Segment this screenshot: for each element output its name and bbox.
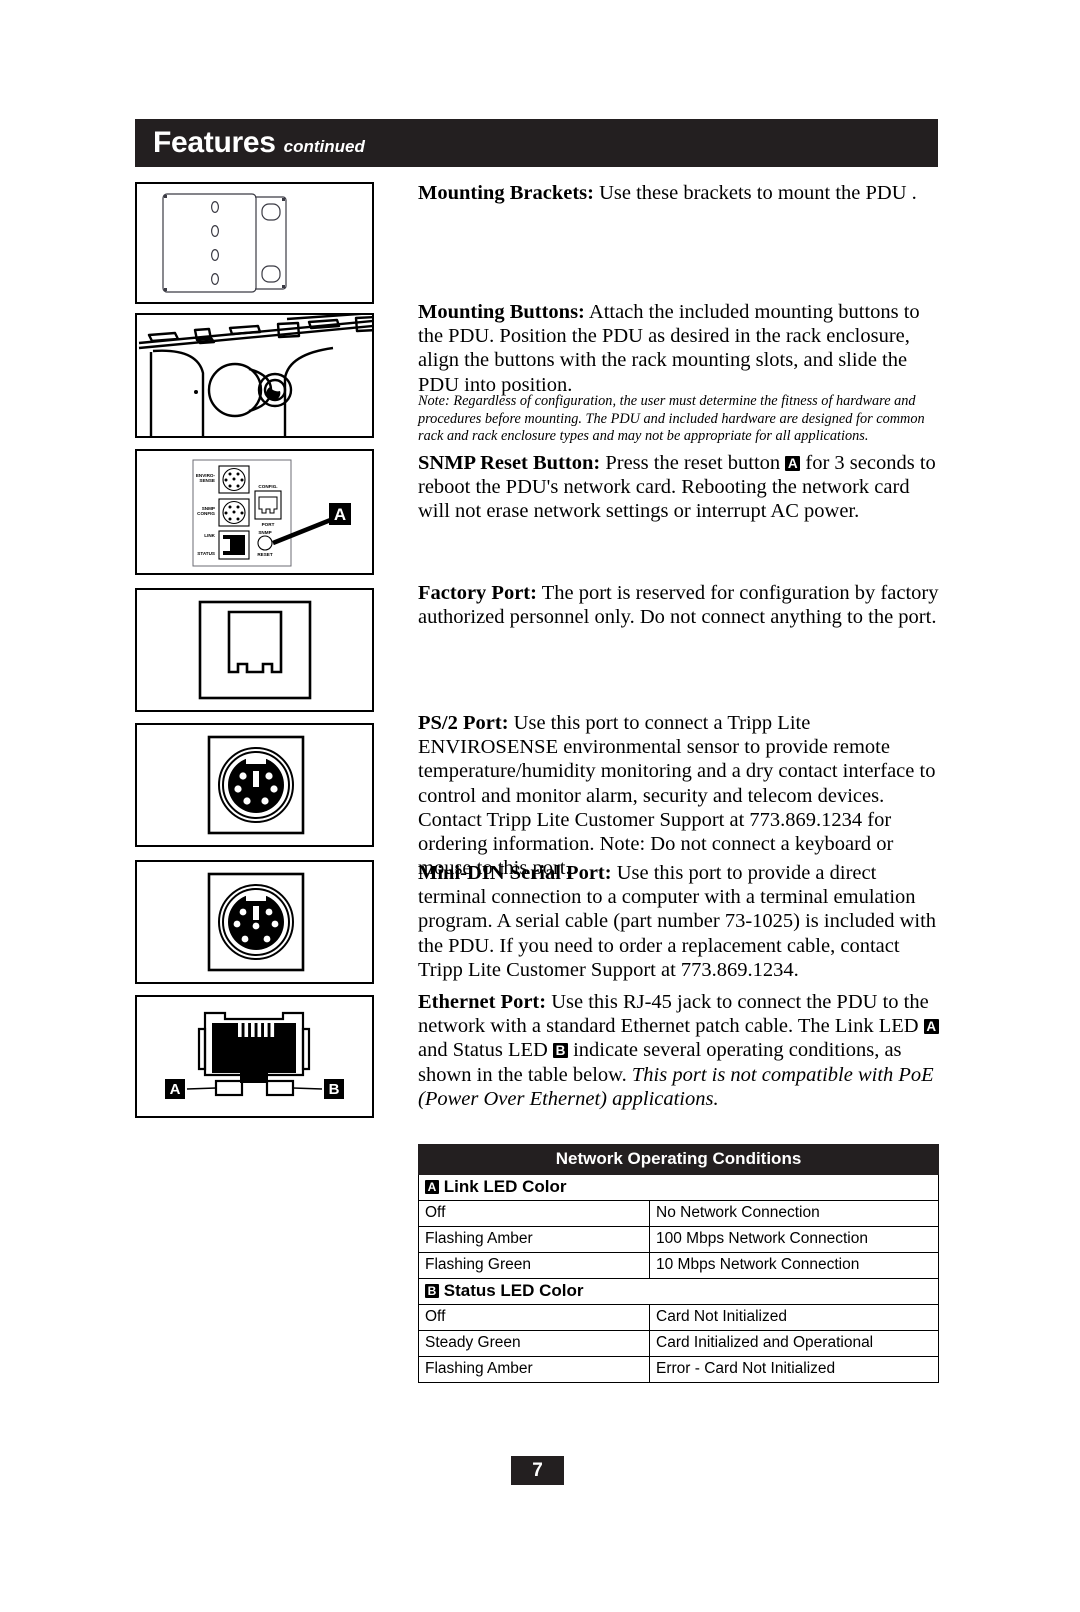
inline-badge-a-link: A <box>923 1019 939 1035</box>
paragraph-snmp-reset: SNMP Reset Button: Press the reset butto… <box>418 451 940 524</box>
label-port: PORT <box>262 522 275 527</box>
paragraph-ethernet-port: Ethernet Port: Use this RJ-45 jack to co… <box>418 990 940 1111</box>
label-link: LINK <box>204 533 215 538</box>
mounting-bracket-illustration <box>162 193 287 293</box>
section-header-bar: Features continued <box>135 119 938 167</box>
table-row: Off Card Not Initialized <box>418 1304 939 1331</box>
label-config: CONFIG. <box>258 484 277 489</box>
inline-badge-b-status: B <box>552 1043 568 1059</box>
text-snmp-reset-before: Press the reset button <box>600 452 786 474</box>
cell-condition: Flashing Green <box>418 1252 650 1279</box>
cell-description: Card Initialized and Operational <box>649 1330 939 1357</box>
paragraph-mounting-buttons: Mounting Buttons: Attach the included mo… <box>418 300 940 397</box>
inline-badge-a: A <box>785 456 801 471</box>
factory-port-illustration <box>198 600 312 700</box>
cell-condition: Steady Green <box>418 1330 650 1357</box>
table-section-heading-status: Status LED Color <box>443 1281 584 1300</box>
text-mounting-brackets: Use these brackets to mount the PDU . <box>593 182 917 204</box>
figure-mounting-buttons <box>135 313 374 438</box>
figure-ethernet-port: A B <box>135 995 374 1118</box>
cell-condition: Flashing Amber <box>418 1356 650 1383</box>
table-row: Flashing Amber 100 Mbps Network Connecti… <box>418 1226 939 1253</box>
paragraph-minidin-serial-port: Mini-DIN Serial Port: Use this port to p… <box>418 861 940 982</box>
table-section-header-status: B Status LED Color <box>418 1278 939 1305</box>
label-snmp-reset: SNMP Reset Button: <box>418 452 601 474</box>
cell-description: No Network Connection <box>649 1200 939 1227</box>
figure-minidin-serial-port <box>135 860 374 984</box>
cell-condition: Flashing Amber <box>418 1226 650 1253</box>
label-mounting-buttons: Mounting Buttons: <box>418 301 585 323</box>
label-status: STATUS <box>197 551 215 556</box>
table-section-heading-link: Link LED Color <box>443 1177 567 1196</box>
label-snmp: SNMP <box>258 530 271 535</box>
paragraph-mounting-note: Note: Regardless of configuration, the u… <box>418 393 946 446</box>
table-row: Off No Network Connection <box>418 1200 939 1227</box>
paragraph-mounting-brackets: Mounting Brackets: Use these brackets to… <box>418 181 940 205</box>
table-title-row: Network Operating Conditions <box>418 1144 939 1175</box>
text-ps2-port: Use this port to connect a Tripp Lite EN… <box>418 712 936 880</box>
callout-a: A <box>334 505 346 524</box>
figure-mounting-bracket <box>135 182 374 304</box>
mounting-buttons-illustration <box>138 315 372 436</box>
ethernet-port-illustration: A B <box>165 1011 344 1099</box>
callout-b-right: B <box>329 1081 340 1098</box>
page-number: 7 <box>511 1456 564 1485</box>
document-page: Features continued ENVIRO- SENSE SNMP CO… <box>0 0 1080 1612</box>
figure-snmp-card-panel: ENVIRO- SENSE SNMP CONFIG LINK STATUS CO… <box>135 449 374 575</box>
figure-factory-port <box>135 588 374 712</box>
text-mounting-note: Note: Regardless of configuration, the u… <box>418 393 925 445</box>
label-factory-port: Factory Port: <box>418 582 537 604</box>
table-badge-a: A <box>425 1180 439 1194</box>
snmp-panel-illustration: ENVIRO- SENSE SNMP CONFIG LINK STATUS CO… <box>192 459 351 567</box>
page-title-suffix: continued <box>283 136 365 156</box>
paragraph-factory-port: Factory Port: The port is reserved for c… <box>418 581 940 629</box>
label-mounting-brackets: Mounting Brackets: <box>418 182 594 204</box>
table-section-header-link: A Link LED Color <box>418 1174 939 1201</box>
cell-condition: Off <box>418 1304 650 1331</box>
table-title: Network Operating Conditions <box>418 1144 939 1175</box>
label-minidin-port: Mini-DIN Serial Port: <box>418 862 612 884</box>
figure-ps2-port <box>135 723 374 847</box>
cell-description: 100 Mbps Network Connection <box>649 1226 939 1253</box>
table-badge-b: B <box>425 1284 439 1298</box>
svg-text:CONFIG: CONFIG <box>197 511 215 516</box>
ps2-port-illustration <box>207 735 305 835</box>
minidin-port-illustration <box>207 872 305 972</box>
table-row: Flashing Amber Error - Card Not Initiali… <box>418 1356 939 1383</box>
text-ethernet-2: and Status LED <box>418 1039 553 1062</box>
cell-description: 10 Mbps Network Connection <box>649 1252 939 1279</box>
cell-condition: Off <box>418 1200 650 1227</box>
network-operating-conditions-table: Network Operating Conditions A Link LED … <box>418 1144 939 1383</box>
page-title: Features <box>153 126 276 159</box>
cell-description: Card Not Initialized <box>649 1304 939 1331</box>
callout-a-left: A <box>170 1081 181 1098</box>
label-reset: RESET <box>257 552 273 557</box>
paragraph-ps2-port: PS/2 Port: Use this port to connect a Tr… <box>418 711 940 880</box>
table-row: Steady Green Card Initialized and Operat… <box>418 1330 939 1357</box>
label-ethernet-port: Ethernet Port: <box>418 991 547 1013</box>
svg-text:SENSE: SENSE <box>199 478 215 483</box>
table-row: Flashing Green 10 Mbps Network Connectio… <box>418 1252 939 1279</box>
label-ps2-port: PS/2 Port: <box>418 712 509 734</box>
cell-description: Error - Card Not Initialized <box>649 1356 939 1383</box>
